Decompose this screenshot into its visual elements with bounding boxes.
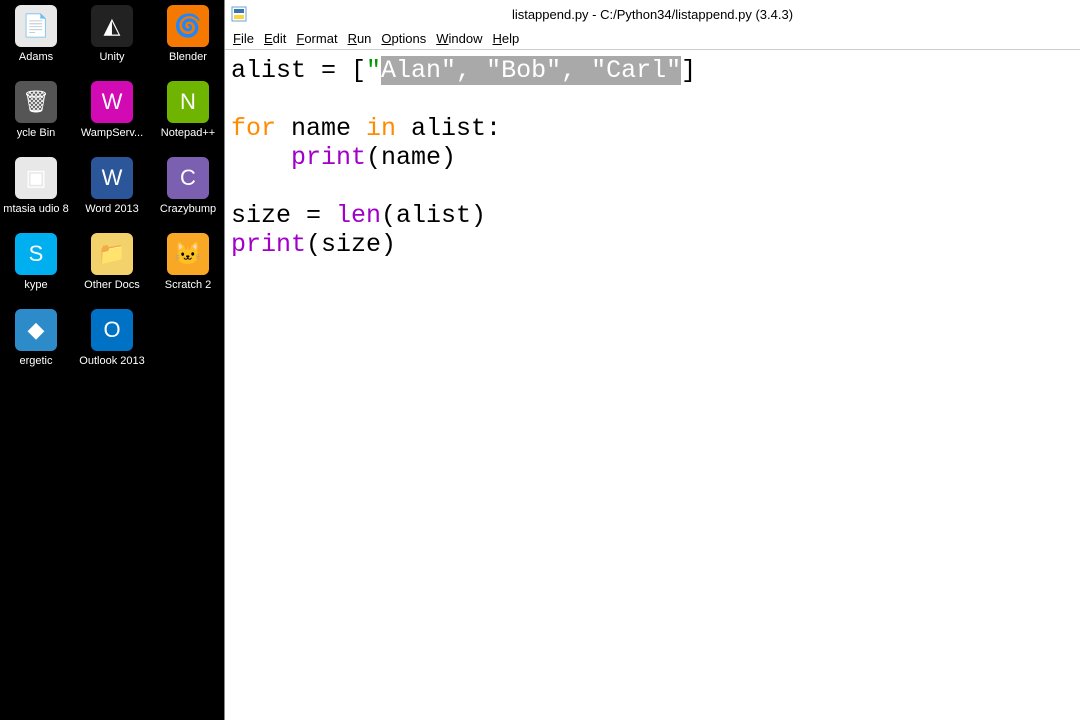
desktop-icon[interactable]: 🗑 ycle Bin <box>3 81 69 139</box>
menu-file[interactable]: File <box>233 31 254 46</box>
code-text: (size) <box>306 230 396 259</box>
icon-label: ergetic <box>19 355 52 367</box>
code-text: size = <box>231 201 336 230</box>
app-icon: W <box>91 157 133 199</box>
icon-label: Outlook 2013 <box>79 355 144 367</box>
window-title: listappend.py - C:/Python34/listappend.p… <box>225 7 1080 22</box>
desktop: 📄 Adams ◭ Unity 🌀 Blender 🗑 ycle Bin W WampServ..… <box>0 0 224 720</box>
builtin-print: print <box>231 230 306 259</box>
icon-label: Word 2013 <box>85 203 139 215</box>
app-icon: ◆ <box>15 309 57 351</box>
app-icon: W <box>91 81 133 123</box>
builtin-len: len <box>336 201 381 230</box>
desktop-icon[interactable]: W WampServ... <box>79 81 145 139</box>
desktop-icon[interactable]: Skype <box>3 233 69 291</box>
app-icon: 📄 <box>15 5 57 47</box>
menu-format[interactable]: Format <box>296 31 337 46</box>
desktop-icon[interactable]: C Crazybump <box>155 157 221 215</box>
code-text: alist: <box>396 114 501 143</box>
code-text: alist = [ <box>231 56 366 85</box>
app-icon: ▣ <box>15 157 57 199</box>
icon-label: Unity <box>99 51 124 63</box>
app-icon: 🌀 <box>167 5 209 47</box>
desktop-icon[interactable]: 🌀 Blender <box>155 5 221 63</box>
indent <box>231 143 291 172</box>
titlebar[interactable]: listappend.py - C:/Python34/listappend.p… <box>225 0 1080 28</box>
desktop-icon[interactable]: W Word 2013 <box>79 157 145 215</box>
icon-label: Other Docs <box>84 279 140 291</box>
menu-run[interactable]: Run <box>348 31 372 46</box>
menu-edit[interactable]: Edit <box>264 31 286 46</box>
icon-label: mtasia udio 8 <box>3 203 68 215</box>
menubar: File Edit Format Run Options Window Help <box>225 28 1080 50</box>
code-text: (name) <box>366 143 456 172</box>
keyword-in: in <box>366 114 396 143</box>
app-icon: C <box>167 157 209 199</box>
icon-label: kype <box>24 279 47 291</box>
code-editor[interactable]: alist = ["Alan", "Bob", "Carl"] for name… <box>225 50 1080 720</box>
desktop-icon[interactable]: ▣ mtasia udio 8 <box>3 157 69 215</box>
code-text: ] <box>681 56 696 85</box>
app-icon: S <box>15 233 57 275</box>
icon-label: Crazybump <box>160 203 216 215</box>
app-icon: ◭ <box>91 5 133 47</box>
desktop-icon[interactable]: ◆ ergetic <box>3 309 69 367</box>
app-icon: N <box>167 81 209 123</box>
string-quote: " <box>366 56 381 85</box>
idle-editor-window: listappend.py - C:/Python34/listappend.p… <box>224 0 1080 720</box>
icon-label: Notepad++ <box>161 127 215 139</box>
icon-label: Blender <box>169 51 207 63</box>
desktop-icon[interactable]: ◭ Unity <box>79 5 145 63</box>
menu-window[interactable]: Window <box>436 31 482 46</box>
menu-options[interactable]: Options <box>381 31 426 46</box>
desktop-icon[interactable]: N Notepad++ <box>155 81 221 139</box>
desktop-icon[interactable]: O Outlook 2013 <box>79 309 145 367</box>
app-icon: 🗑 <box>15 81 57 123</box>
icon-label: ycle Bin <box>17 127 56 139</box>
desktop-icon[interactable]: 🐱 Scratch 2 <box>155 233 221 291</box>
desktop-icon[interactable]: 📁 Other Docs <box>79 233 145 291</box>
code-text: (alist) <box>381 201 486 230</box>
builtin-print: print <box>291 143 366 172</box>
icon-label: WampServ... <box>81 127 143 139</box>
selected-text[interactable]: Alan", "Bob", "Carl" <box>381 56 681 85</box>
icon-label: Adams <box>19 51 53 63</box>
code-text: name <box>276 114 366 143</box>
app-icon: 📁 <box>91 233 133 275</box>
keyword-for: for <box>231 114 276 143</box>
desktop-icon[interactable]: 📄 Adams <box>3 5 69 63</box>
icon-label: Scratch 2 <box>165 279 211 291</box>
menu-help[interactable]: Help <box>493 31 520 46</box>
app-icon: 🐱 <box>167 233 209 275</box>
app-icon: O <box>91 309 133 351</box>
